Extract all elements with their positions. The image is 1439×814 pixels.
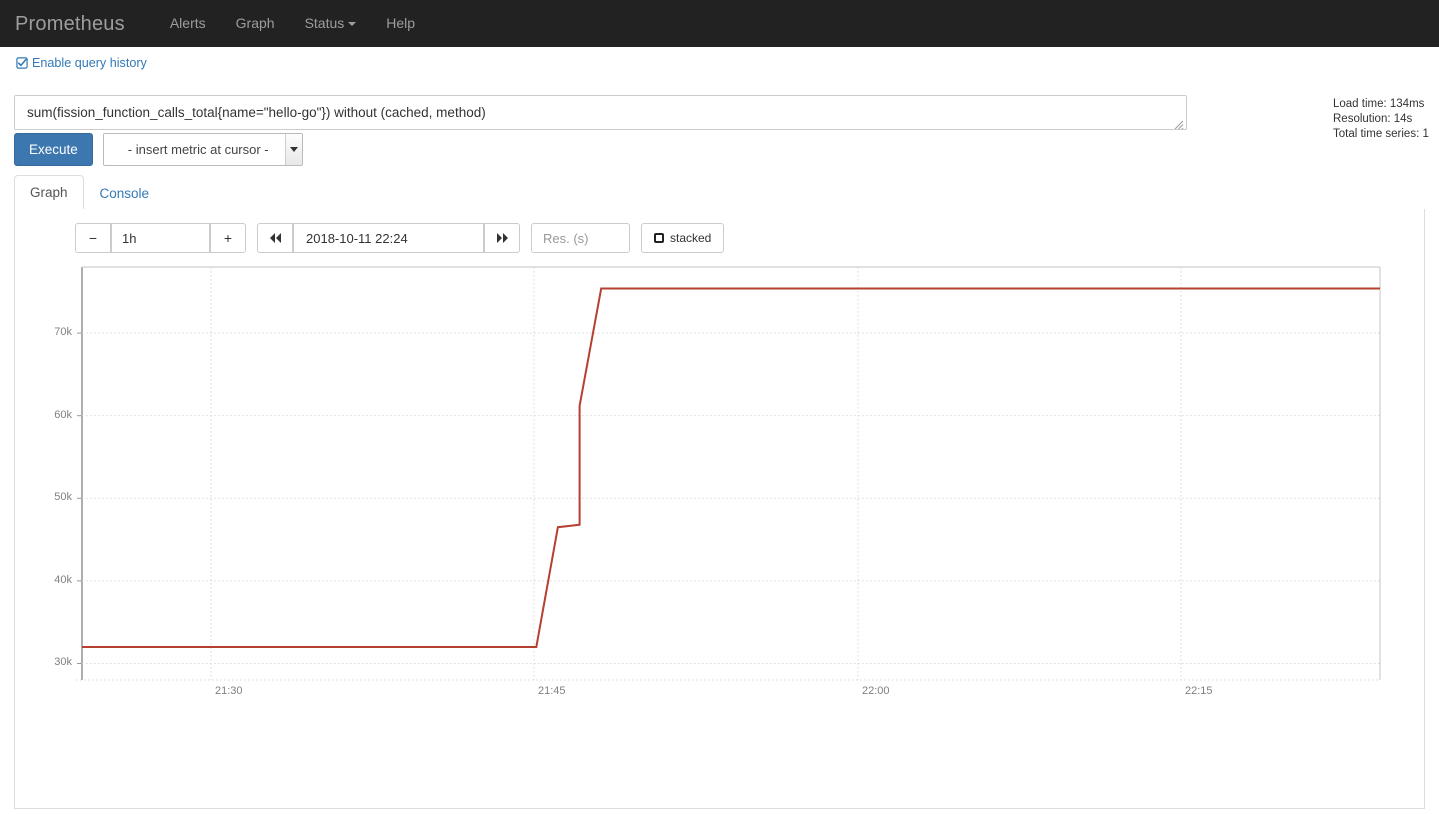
double-left-arrow-icon: [269, 233, 281, 243]
x-axis-tick-label: 22:15: [1185, 685, 1213, 697]
double-right-arrow-icon: [496, 233, 508, 243]
time-input-group: 2018-10-11 22:24: [257, 223, 520, 253]
tab-graph[interactable]: Graph: [14, 175, 84, 211]
enable-query-history-label: Enable query history: [32, 56, 147, 70]
nav-link-help[interactable]: Help: [371, 0, 430, 47]
checked-checkbox-icon: [16, 57, 28, 69]
series-line: [82, 287, 1380, 648]
end-time-input[interactable]: 2018-10-11 22:24: [293, 223, 484, 253]
query-stats: Load time: 134ms Resolution: 14s Total t…: [1333, 97, 1439, 142]
graph-panel: − 1h + 2018-10-11 22:24 Res. (s) stacked: [14, 209, 1425, 809]
x-axis-tick-label: 21:30: [215, 685, 243, 697]
chart-area: 30k 40k 50k 60k 70k 21:30 21:45 22:00 22:15: [15, 254, 1425, 809]
step-forward-button[interactable]: [484, 223, 520, 253]
stacked-toggle-button[interactable]: stacked: [641, 223, 725, 253]
x-axis-tick-label: 22:00: [862, 685, 890, 697]
y-axis-tick-label: 70k: [54, 326, 72, 339]
increase-range-button[interactable]: +: [210, 223, 246, 253]
top-navbar: Prometheus Alerts Graph Status Help: [0, 0, 1439, 47]
unchecked-checkbox-icon: [654, 233, 664, 243]
chevron-down-icon: [348, 22, 357, 27]
stacked-label: stacked: [670, 231, 712, 245]
decrease-range-button[interactable]: −: [75, 223, 111, 253]
chart-series: [82, 287, 1380, 648]
chart-gridlines: [76, 267, 1380, 681]
tab-console-label: Console: [99, 186, 150, 201]
range-input[interactable]: 1h: [111, 223, 210, 253]
time-series-chart[interactable]: [15, 254, 1425, 809]
tab-console[interactable]: Console: [84, 176, 166, 211]
nav-link-alerts[interactable]: Alerts: [155, 0, 221, 47]
nav-link-graph-label: Graph: [235, 15, 275, 31]
resolution-input[interactable]: Res. (s): [531, 223, 630, 253]
nav-link-status[interactable]: Status: [290, 0, 372, 47]
execute-row: Execute - insert metric at cursor -: [14, 133, 303, 166]
graph-controls: − 1h + 2018-10-11 22:24 Res. (s) stacked: [75, 223, 725, 253]
y-axis-tick-label: 40k: [54, 573, 72, 586]
insert-metric-select-wrap: - insert metric at cursor -: [102, 133, 303, 166]
resolution-text: Resolution: 14s: [1333, 113, 1413, 125]
step-backward-button[interactable]: [257, 223, 293, 253]
tab-graph-label: Graph: [30, 185, 68, 200]
nav-link-status-label: Status: [304, 15, 345, 31]
query-row: Load time: 134ms Resolution: 14s Total t…: [0, 95, 1439, 140]
enable-query-history-toggle[interactable]: Enable query history: [0, 47, 147, 70]
total-time-series-text: Total time series: 1: [1333, 128, 1429, 140]
brand-logo[interactable]: Prometheus: [0, 14, 140, 34]
y-axis-tick-label: 50k: [54, 491, 72, 504]
nav-links: Alerts Graph Status Help: [155, 0, 430, 47]
nav-link-help-label: Help: [386, 15, 416, 31]
insert-metric-select[interactable]: - insert metric at cursor -: [102, 133, 303, 166]
x-axis-tick-label: 21:45: [538, 685, 566, 697]
load-time-text: Load time: 134ms: [1333, 98, 1425, 110]
y-axis-tick-label: 30k: [54, 656, 72, 669]
execute-button[interactable]: Execute: [14, 133, 93, 166]
view-tabs: Graph Console: [14, 175, 1425, 211]
query-expression-input[interactable]: [14, 95, 1187, 130]
nav-link-alerts-label: Alerts: [169, 15, 206, 31]
y-axis-tick-label: 60k: [54, 408, 72, 421]
nav-link-graph[interactable]: Graph: [221, 0, 290, 47]
range-input-group: − 1h +: [75, 223, 246, 253]
